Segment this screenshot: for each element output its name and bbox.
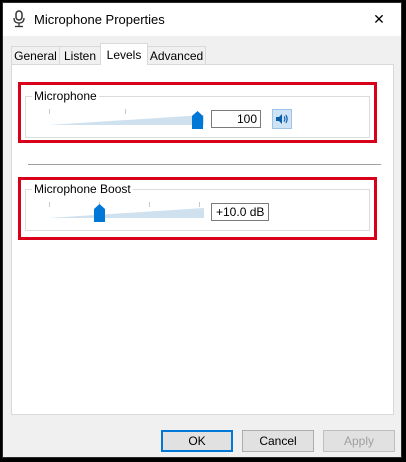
slider-track bbox=[49, 208, 204, 218]
cancel-button[interactable]: Cancel bbox=[242, 430, 314, 452]
mute-toggle-button[interactable] bbox=[272, 109, 292, 129]
slider-tick bbox=[149, 202, 150, 207]
tab-general[interactable]: General bbox=[11, 46, 60, 64]
microphone-group: Microphone 100 bbox=[25, 89, 370, 138]
slider-thumb[interactable] bbox=[94, 204, 105, 222]
levels-panel: Microphone 100 Microphone Boost +10.0 dB bbox=[11, 64, 394, 415]
microphone-app-icon bbox=[13, 10, 25, 28]
microphone-label: Microphone bbox=[32, 89, 99, 103]
group-divider bbox=[28, 164, 381, 165]
slider-tick bbox=[49, 109, 50, 114]
apply-button[interactable]: Apply bbox=[323, 430, 395, 452]
microphone-boost-value: +10.0 dB bbox=[211, 203, 269, 221]
microphone-boost-slider[interactable] bbox=[49, 202, 204, 224]
slider-tick bbox=[199, 202, 200, 207]
slider-thumb[interactable] bbox=[192, 111, 203, 129]
tab-listen[interactable]: Listen bbox=[59, 46, 101, 64]
tab-advanced[interactable]: Advanced bbox=[147, 46, 206, 64]
window-title: Microphone Properties bbox=[34, 12, 165, 27]
slider-tick bbox=[125, 109, 126, 114]
close-icon: ✕ bbox=[373, 10, 385, 27]
title-bar: Microphone Properties ✕ bbox=[3, 3, 401, 36]
microphone-boost-group: Microphone Boost +10.0 dB bbox=[25, 182, 370, 231]
tab-levels[interactable]: Levels bbox=[100, 43, 148, 65]
close-button[interactable]: ✕ bbox=[357, 3, 401, 35]
dialog-window: Microphone Properties ✕ General Listen L… bbox=[2, 2, 402, 458]
microphone-level-slider[interactable] bbox=[49, 109, 204, 131]
slider-track bbox=[49, 115, 204, 125]
speaker-icon bbox=[276, 114, 288, 124]
ok-button[interactable]: OK bbox=[161, 430, 233, 452]
microphone-level-value[interactable]: 100 bbox=[211, 110, 261, 128]
microphone-boost-label: Microphone Boost bbox=[32, 182, 133, 196]
slider-tick bbox=[49, 202, 50, 207]
